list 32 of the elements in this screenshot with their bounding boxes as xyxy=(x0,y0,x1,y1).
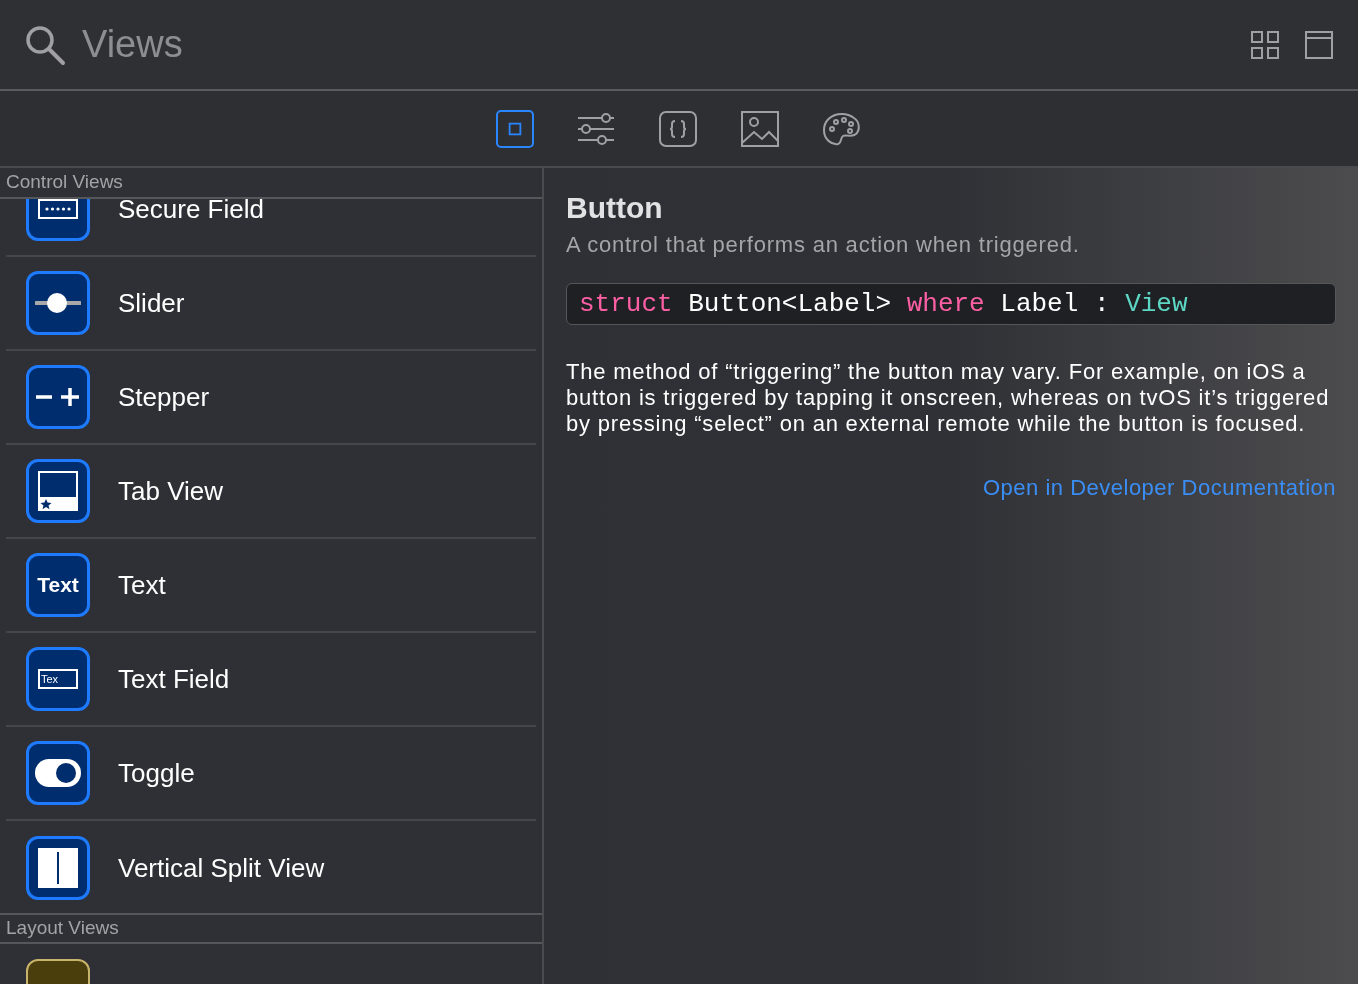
text-field-drawing: Tex xyxy=(38,669,78,689)
grid-view-icon[interactable] xyxy=(1250,29,1280,60)
view-name[interactable]: Toggle xyxy=(118,753,195,793)
image-icon xyxy=(740,108,780,149)
split-view-icon xyxy=(38,848,78,888)
view-name[interactable]: Vertical Split View xyxy=(118,848,325,888)
view-name[interactable]: Tab View xyxy=(118,471,224,511)
minus-plus-icon xyxy=(35,385,81,409)
detail-title: Button xyxy=(566,190,664,226)
braces-icon xyxy=(658,108,698,149)
view-name[interactable]: Stepper xyxy=(118,377,210,417)
password-field-icon xyxy=(38,199,78,219)
view-name[interactable]: Slider xyxy=(118,283,185,323)
slider-icon xyxy=(35,291,81,315)
documentation-link[interactable]: Open in Developer Documentation xyxy=(982,471,1336,504)
view-name[interactable]: Text Field xyxy=(118,659,230,699)
view-name[interactable]: Text xyxy=(118,565,166,605)
inspector-tab[interactable] xyxy=(496,109,534,148)
view-name[interactable]: Secure Field xyxy=(118,199,264,229)
search-field[interactable]: Views xyxy=(82,16,1250,73)
description: The method of “triggering” the button may vary. For example, on iOS a button is triggered by tapping it onscreen, whereas on tvOS it’s triggered by pressing “select” on an external remote while the button is focused. xyxy=(566,359,1331,437)
search-icon xyxy=(24,23,66,66)
section-header: Layout Views xyxy=(6,916,119,941)
icon-label: Text xyxy=(37,572,79,599)
window-icon[interactable] xyxy=(1304,29,1334,60)
detail-subtitle: A control that performs an action when triggered. xyxy=(566,231,1081,259)
section-header: Control Views xyxy=(6,170,123,195)
toggle-icon xyxy=(35,759,81,787)
tab-view-icon xyxy=(38,471,78,511)
inspector-tab[interactable] xyxy=(740,108,780,149)
inspector-tab[interactable] xyxy=(658,108,698,149)
declaration-code: struct Button<Label> where Label : View xyxy=(566,283,1336,325)
